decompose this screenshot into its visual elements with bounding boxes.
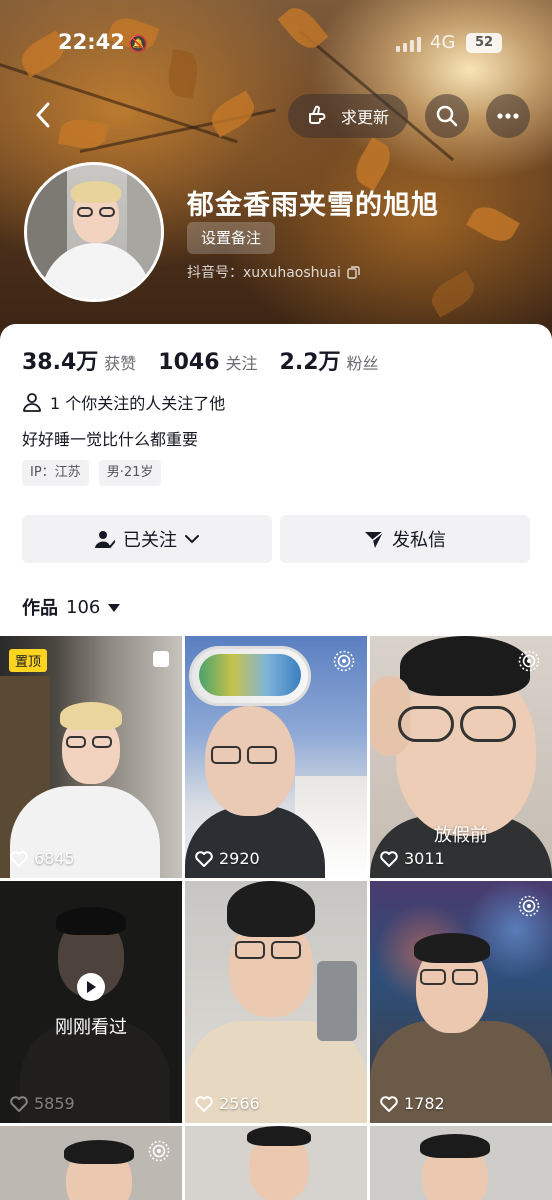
status-bar: 22:42 🔕 4G 52	[0, 30, 552, 60]
followed-button[interactable]: 已关注	[22, 515, 272, 563]
video-tile[interactable]: 2566	[185, 881, 367, 1123]
video-tile[interactable]: 2920	[185, 636, 367, 878]
user-icon	[23, 393, 41, 412]
more-button[interactable]	[486, 94, 530, 138]
search-button[interactable]	[425, 94, 469, 138]
video-caption: 放假前	[434, 825, 488, 846]
pointing-hand-icon	[308, 105, 326, 124]
heart-icon	[10, 1095, 28, 1112]
set-remark-button[interactable]: 设置备注	[187, 222, 276, 254]
user-check-icon	[95, 531, 115, 549]
profile-name: 郁金香雨夹雪的旭旭	[187, 190, 439, 221]
chevron-left-icon	[36, 102, 50, 128]
bell-muted-icon: 🔕	[128, 34, 148, 53]
live-icon	[148, 1140, 170, 1162]
video-tile[interactable]	[0, 1126, 182, 1200]
battery-icon: 52	[466, 33, 502, 53]
request-update-label: 求更新	[340, 108, 389, 127]
stats-row: 38.4万 获赞 1046 关注 2.2万 粉丝	[22, 344, 395, 376]
back-button[interactable]	[22, 94, 64, 136]
video-likes: 2920	[195, 849, 260, 868]
video-likes-count: 1782	[404, 1094, 445, 1113]
heart-icon	[195, 850, 213, 867]
live-icon	[518, 895, 540, 917]
request-update-button[interactable]: 求更新	[288, 94, 408, 138]
more-dots-icon	[497, 113, 519, 119]
video-likes: 3011	[380, 849, 445, 868]
network-type: 4G	[430, 32, 456, 53]
play-icon	[77, 973, 105, 1001]
works-count: 106	[66, 596, 101, 618]
mutual-follow[interactable]: 1 个你关注的人关注了他	[22, 390, 225, 414]
copy-icon	[347, 265, 360, 279]
video-likes: 5859	[10, 1094, 75, 1113]
heart-icon	[380, 1095, 398, 1112]
video-likes-count: 5859	[34, 1094, 75, 1113]
chevron-down-icon	[185, 535, 199, 544]
bio: 好好睡一觉比什么都重要	[22, 430, 199, 449]
ip-tag: IP：江苏	[22, 460, 89, 486]
send-icon	[365, 531, 384, 548]
douyin-id-text: 抖音号：xuxuhaoshuai	[187, 265, 341, 281]
caret-down-icon	[108, 604, 121, 612]
pinned-badge: 置顶	[9, 649, 48, 672]
signal-icon	[396, 36, 421, 52]
video-tile[interactable]	[370, 1126, 552, 1200]
avatar[interactable]	[24, 162, 164, 302]
video-tile[interactable]: 置顶 6845	[0, 636, 182, 878]
video-likes: 2566	[195, 1094, 260, 1113]
send-message-button[interactable]: 发私信	[280, 515, 530, 563]
likes-label: 获赞	[104, 354, 137, 373]
douyin-id[interactable]: 抖音号：xuxuhaoshuai	[187, 262, 360, 282]
followers-label[interactable]: 粉丝	[347, 350, 379, 374]
heart-icon	[380, 850, 398, 867]
works-title: 作品	[22, 598, 58, 619]
video-tile[interactable]	[185, 1126, 367, 1200]
video-likes-count: 6845	[34, 849, 75, 868]
video-likes: 1782	[380, 1094, 445, 1113]
followed-label: 已关注	[123, 530, 177, 551]
video-likes: 6845	[10, 849, 75, 868]
gender-age-tag: 男·21岁	[98, 460, 162, 486]
status-time: 22:42	[58, 30, 125, 54]
heart-icon	[195, 1095, 213, 1112]
video-grid: 置顶 6845 2920 放假前 3011 刚刚看过 5859 2566 178…	[0, 636, 552, 1200]
video-likes-count: 2566	[219, 1094, 260, 1113]
recently-viewed-label: 刚刚看过	[55, 1017, 127, 1038]
search-icon	[436, 105, 458, 127]
following-label[interactable]: 关注	[226, 350, 258, 374]
live-icon	[518, 650, 540, 672]
heart-icon	[10, 850, 28, 867]
live-icon	[333, 650, 355, 672]
multi-image-icon	[153, 651, 169, 667]
likes-count: 38.4万	[22, 350, 99, 375]
following-count[interactable]: 1046	[158, 350, 219, 375]
send-message-label: 发私信	[392, 530, 446, 551]
video-tile[interactable]: 放假前 3011	[370, 636, 552, 878]
video-tile[interactable]: 刚刚看过 5859	[0, 881, 182, 1123]
mutual-follow-text: 1 个你关注的人关注了他	[50, 394, 226, 413]
works-tab[interactable]: 作品 106	[22, 594, 121, 620]
video-likes-count: 3011	[404, 849, 445, 868]
followers-count[interactable]: 2.2万	[280, 344, 341, 376]
video-tile[interactable]: 1782	[370, 881, 552, 1123]
video-likes-count: 2920	[219, 849, 260, 868]
tags: IP：江苏 男·21岁	[22, 460, 162, 486]
